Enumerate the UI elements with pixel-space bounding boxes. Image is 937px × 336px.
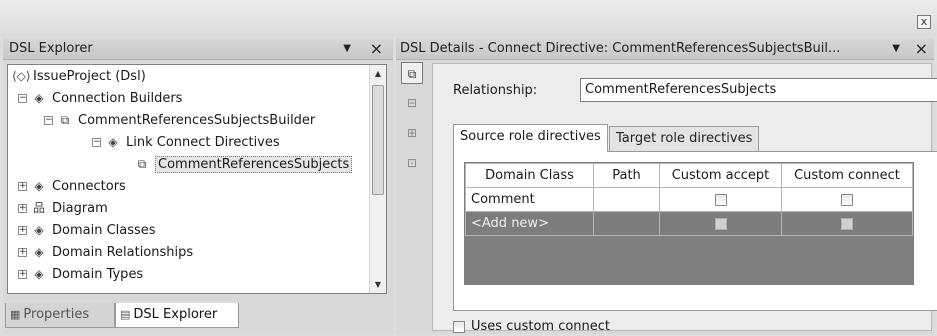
tree-item-dsl-root[interactable]: ⟨◇⟩ IssueProject (Dsl) bbox=[12, 65, 146, 87]
close-icon[interactable]: × bbox=[915, 39, 928, 58]
tab-label: DSL Explorer bbox=[133, 307, 218, 322]
expand-icon[interactable]: + bbox=[18, 182, 27, 191]
details-toolstrip: ⧉ ⊟ ⊞ ⊡ bbox=[398, 62, 426, 332]
domain-class-cell[interactable]: Comment bbox=[465, 187, 594, 212]
tree-item-connect-directive[interactable]: ⧉ CommentReferencesSubjects bbox=[134, 153, 353, 175]
close-window-icon[interactable]: x bbox=[917, 15, 931, 29]
custom-connect-checkbox[interactable] bbox=[841, 217, 853, 230]
tree-item-label: Link Connect Directives bbox=[126, 135, 280, 150]
dsl-explorer-panel: DSL Explorer ▼ × ⟨◇⟩ IssueProject (Dsl) −… bbox=[3, 38, 393, 334]
connection-builder-icon: ⧉ bbox=[137, 157, 147, 171]
tab-properties[interactable]: ▦ Properties bbox=[5, 303, 115, 328]
table-row[interactable]: Comment bbox=[465, 187, 913, 212]
bottom-tab-strip: ▦ Properties ▤ DSL Explorer bbox=[3, 303, 393, 331]
tab-source-role-directives[interactable]: Source role directives bbox=[453, 124, 608, 152]
tree-item-label: CommentReferencesSubjects bbox=[155, 156, 353, 173]
tree-item-label: Domain Relationships bbox=[52, 245, 194, 260]
panel-title: DSL Explorer bbox=[9, 41, 93, 56]
collapse-icon[interactable]: − bbox=[92, 138, 101, 147]
column-header[interactable]: Custom connect bbox=[781, 163, 913, 188]
dropdown-arrow-icon[interactable]: ▼ bbox=[343, 43, 351, 54]
path-cell[interactable] bbox=[593, 187, 660, 212]
tree-item-domain-types[interactable]: + ◈ Domain Types bbox=[18, 263, 143, 285]
title-strip: x bbox=[0, 0, 937, 37]
relationship-value: CommentReferencesSubjects bbox=[585, 82, 777, 97]
custom-accept-checkbox[interactable] bbox=[714, 193, 727, 206]
path-cell[interactable] bbox=[593, 211, 660, 236]
expand-icon[interactable]: + bbox=[18, 204, 27, 213]
custom-accept-cell bbox=[659, 211, 782, 236]
tab-label: Target role directives bbox=[616, 131, 753, 146]
tree-item-label: IssueProject (Dsl) bbox=[33, 69, 146, 84]
tree-item-domain-classes[interactable]: + ◈ Domain Classes bbox=[18, 219, 156, 241]
tree-item-label: Connectors bbox=[52, 179, 126, 194]
vertical-scrollbar[interactable]: ▲ ▼ bbox=[369, 65, 386, 293]
folder-diamond-icon: ◈ bbox=[34, 245, 44, 259]
scroll-down-icon[interactable]: ▼ bbox=[370, 276, 386, 293]
tree-item-diagram[interactable]: + 品 Diagram bbox=[18, 197, 108, 219]
tree-item-label: Diagram bbox=[52, 201, 108, 216]
tree-item-label: Domain Classes bbox=[52, 223, 156, 238]
folder-diamond-icon: ◈ bbox=[34, 223, 44, 237]
scroll-up-icon[interactable]: ▲ bbox=[370, 65, 386, 82]
expand-icon[interactable]: + bbox=[18, 248, 27, 257]
expand-icon[interactable]: + bbox=[18, 226, 27, 235]
tree-item-label: Domain Types bbox=[52, 267, 144, 282]
column-header[interactable]: Path bbox=[593, 163, 660, 188]
dsl-details-panel: DSL Details - Connect Directive: Comment… bbox=[396, 38, 937, 334]
tree-item-connection-builders[interactable]: − ◈ Connection Builders bbox=[18, 87, 182, 109]
table-row-new[interactable]: <Add new> bbox=[465, 211, 913, 236]
relationship-label: Relationship: bbox=[453, 83, 538, 98]
uses-custom-connect[interactable]: Uses custom connect bbox=[453, 319, 610, 335]
custom-connect-cell bbox=[781, 187, 913, 212]
folder-diamond-icon: ◈ bbox=[108, 135, 118, 149]
scroll-thumb[interactable] bbox=[372, 85, 384, 195]
panel-title: DSL Details - Connect Directive: Comment… bbox=[400, 41, 841, 56]
tool-three-icon[interactable]: ⊞ bbox=[401, 122, 423, 144]
collapse-icon[interactable]: − bbox=[18, 94, 27, 103]
details-content: Relationship: CommentReferencesSubjects … bbox=[432, 63, 937, 334]
uses-custom-connect-checkbox[interactable] bbox=[453, 320, 465, 333]
tree-item-builder[interactable]: − ⧉ CommentReferencesSubjectsBuilder bbox=[44, 109, 315, 131]
tree-item-connectors[interactable]: + ◈ Connectors bbox=[18, 175, 126, 197]
domain-class-cell[interactable]: <Add new> bbox=[465, 211, 594, 236]
folder-diamond-icon: ◈ bbox=[34, 91, 44, 105]
tab-label: Properties bbox=[23, 307, 90, 322]
expand-icon[interactable]: + bbox=[18, 270, 27, 279]
custom-connect-cell bbox=[781, 211, 913, 236]
tool-four-icon[interactable]: ⊡ bbox=[401, 152, 423, 174]
grid-header-row: Domain Class Path Custom accept Custom c… bbox=[465, 163, 913, 188]
tab-content: Domain Class Path Custom accept Custom c… bbox=[453, 151, 937, 311]
column-header[interactable]: Domain Class bbox=[465, 163, 594, 188]
explorer-tree: ⟨◇⟩ IssueProject (Dsl) − ◈ Connection Build… bbox=[7, 64, 387, 294]
directives-grid: Domain Class Path Custom accept Custom c… bbox=[464, 162, 914, 285]
custom-accept-checkbox[interactable] bbox=[714, 217, 727, 230]
folder-diamond-icon: ◈ bbox=[34, 267, 44, 281]
column-header[interactable]: Custom accept bbox=[659, 163, 782, 188]
tree-item-label: Connection Builders bbox=[52, 91, 183, 106]
connect-directive-icon[interactable]: ⧉ bbox=[401, 62, 423, 84]
dsl-root-icon: ⟨◇⟩ bbox=[12, 69, 31, 83]
dsl-explorer-icon: ▤ bbox=[120, 308, 131, 321]
tool-two-icon[interactable]: ⊟ bbox=[401, 92, 423, 114]
folder-diamond-icon: ◈ bbox=[34, 179, 44, 193]
panel-header: DSL Details - Connect Directive: Comment… bbox=[396, 38, 934, 60]
tree-item-link-connect-directives[interactable]: − ◈ Link Connect Directives bbox=[92, 131, 280, 153]
tree-item-domain-relationships[interactable]: + ◈ Domain Relationships bbox=[18, 241, 193, 263]
panel-header: DSL Explorer ▼ × bbox=[3, 38, 393, 60]
tab-dsl-explorer[interactable]: ▤ DSL Explorer bbox=[115, 303, 239, 328]
tree-item-label: CommentReferencesSubjectsBuilder bbox=[78, 113, 316, 128]
properties-icon: ▦ bbox=[10, 308, 21, 321]
custom-connect-checkbox[interactable] bbox=[841, 193, 853, 206]
diagram-icon: 品 bbox=[32, 201, 45, 215]
dropdown-arrow-icon[interactable]: ▼ bbox=[892, 43, 900, 54]
relationship-select[interactable]: CommentReferencesSubjects ▼ bbox=[580, 78, 937, 102]
uses-custom-connect-label: Uses custom connect bbox=[471, 319, 611, 334]
custom-accept-cell bbox=[659, 187, 782, 212]
tab-target-role-directives[interactable]: Target role directives bbox=[609, 126, 760, 152]
close-icon[interactable]: × bbox=[370, 39, 383, 58]
tab-label: Source role directives bbox=[460, 129, 601, 144]
collapse-icon[interactable]: − bbox=[44, 116, 53, 125]
connection-builder-icon: ⧉ bbox=[60, 113, 70, 127]
